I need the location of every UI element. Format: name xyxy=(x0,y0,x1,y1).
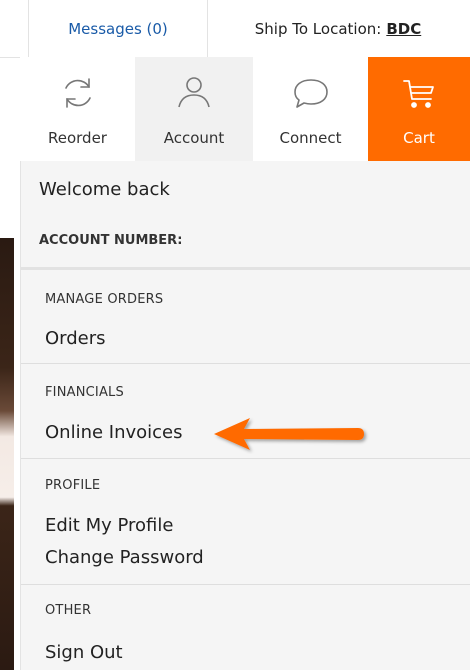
sign-out-link[interactable]: Sign Out xyxy=(45,642,123,663)
ship-to-value[interactable]: BDC xyxy=(386,20,421,38)
utility-bar: Messages (0) Ship To Location: BDC xyxy=(0,0,470,58)
account-button[interactable]: Account xyxy=(135,57,254,161)
divider xyxy=(21,267,470,270)
ship-to-location[interactable]: Ship To Location: BDC xyxy=(206,0,470,57)
section-title-financials: FINANCIALS xyxy=(45,385,124,400)
background-photo xyxy=(0,238,14,670)
ship-to-label: Ship To Location: xyxy=(254,19,382,38)
cart-button[interactable]: Cart xyxy=(368,57,470,161)
refresh-icon xyxy=(58,73,98,113)
orders-link[interactable]: Orders xyxy=(45,328,106,349)
divider xyxy=(21,363,470,364)
reorder-button[interactable]: Reorder xyxy=(20,57,136,161)
divider xyxy=(21,458,470,459)
section-title-manage-orders: MANAGE ORDERS xyxy=(45,292,164,307)
account-label: Account xyxy=(163,129,225,147)
section-title-other: OTHER xyxy=(45,603,92,618)
header-icon-nav: Reorder Account Connect Cart xyxy=(20,57,470,161)
cart-label: Cart xyxy=(403,129,435,147)
messages-link[interactable]: Messages (0) xyxy=(28,0,208,57)
welcome-text: Welcome back xyxy=(39,179,170,200)
connect-button[interactable]: Connect xyxy=(253,57,369,161)
edit-profile-link[interactable]: Edit My Profile xyxy=(45,515,173,536)
user-icon xyxy=(174,73,214,113)
cart-icon xyxy=(399,73,439,113)
reorder-label: Reorder xyxy=(48,129,107,147)
account-number-label: ACCOUNT NUMBER: xyxy=(39,233,183,248)
online-invoices-link[interactable]: Online Invoices xyxy=(45,422,183,443)
divider xyxy=(21,584,470,585)
section-title-profile: PROFILE xyxy=(45,478,101,493)
chat-bubble-icon xyxy=(291,73,331,113)
change-password-link[interactable]: Change Password xyxy=(45,547,204,568)
connect-label: Connect xyxy=(279,129,342,147)
orange-arrow-icon xyxy=(210,414,370,458)
